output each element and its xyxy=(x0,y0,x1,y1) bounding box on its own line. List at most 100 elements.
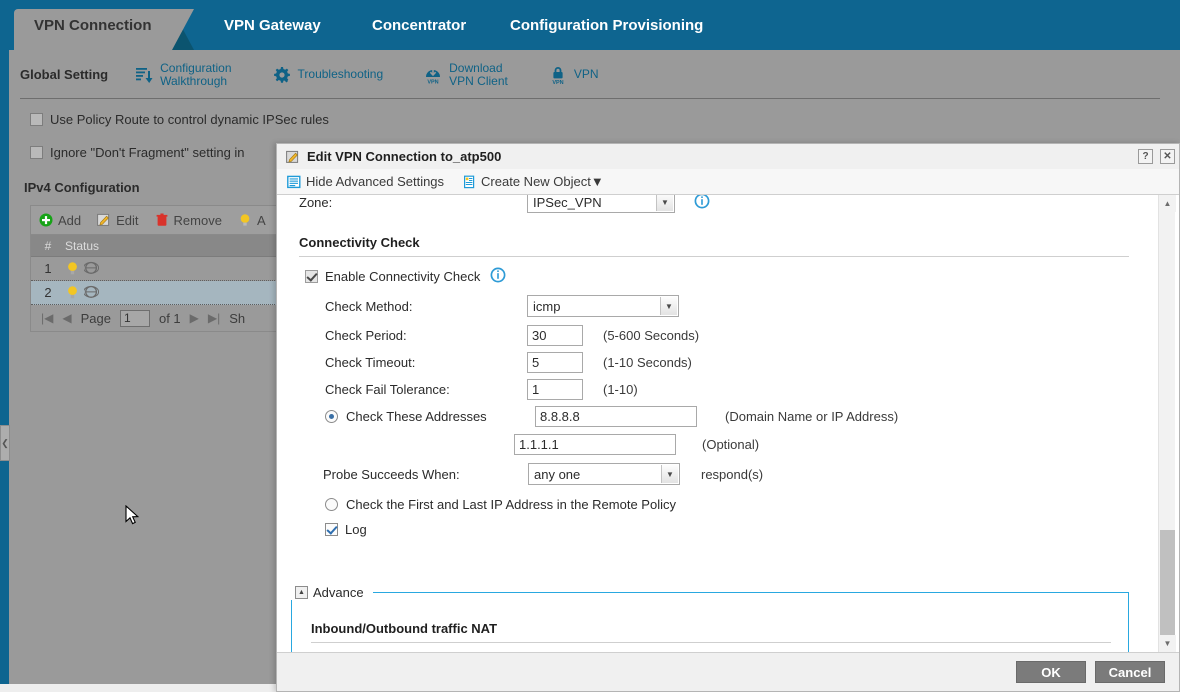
remove-label: Remove xyxy=(173,212,222,228)
vpn-button[interactable]: VPN VPN xyxy=(548,65,599,85)
nat-rule xyxy=(311,642,1111,643)
use-policy-route-checkbox-row[interactable]: Use Policy Route to control dynamic IPSe… xyxy=(30,112,329,127)
cancel-button[interactable]: Cancel xyxy=(1095,661,1165,683)
zone-row: Zone: IPSec_VPN ▼ xyxy=(299,195,710,213)
edit-pencil-icon xyxy=(286,150,299,163)
globe-icon xyxy=(84,285,99,298)
row-status-cell xyxy=(65,285,185,300)
pager-page-input[interactable] xyxy=(119,309,150,327)
bulb-icon xyxy=(68,262,77,275)
connectivity-check-rule xyxy=(299,256,1129,257)
activate-button[interactable]: A xyxy=(238,213,266,228)
pager-last-icon[interactable]: ▶| xyxy=(208,311,220,325)
troubleshooting-button[interactable]: Troubleshooting xyxy=(272,65,384,85)
log-row[interactable]: Log xyxy=(325,522,367,537)
hide-advanced-settings-label: Hide Advanced Settings xyxy=(306,174,445,189)
create-new-object-button[interactable]: Create New Object▼ xyxy=(462,174,604,189)
dialog-footer: OK Cancel xyxy=(277,653,1179,691)
download-vpn-client-button[interactable]: VPN Download VPN Client xyxy=(423,60,508,88)
check-method-label: Check Method: xyxy=(325,298,413,314)
bulb-icon xyxy=(68,286,77,299)
use-policy-route-checkbox[interactable] xyxy=(30,113,43,126)
advance-legend-label: Advance xyxy=(313,585,364,600)
edit-pencil-icon xyxy=(97,213,110,226)
check-fail-tolerance-row: Check Fail Tolerance: (1-10) xyxy=(325,379,638,400)
check-fail-tolerance-input[interactable] xyxy=(527,379,583,400)
pager-next-icon[interactable]: ▶ xyxy=(190,311,199,325)
remove-button[interactable]: Remove xyxy=(155,213,222,228)
tab-concentrator[interactable]: Concentrator xyxy=(358,9,480,50)
probe-succeeds-when-select[interactable]: any one ▼ xyxy=(528,463,680,485)
zone-select[interactable]: IPSec_VPN ▼ xyxy=(527,195,675,213)
enable-connectivity-check-row[interactable]: Enable Connectivity Check xyxy=(305,267,506,286)
check-period-input[interactable] xyxy=(527,325,583,346)
vpn-label: VPN xyxy=(573,67,599,81)
scroll-up-icon[interactable]: ▲ xyxy=(1159,195,1176,212)
sidebar-collapse-handle[interactable]: ❮ xyxy=(0,425,10,461)
svg-text:VPN: VPN xyxy=(552,79,563,84)
zone-label: Zone: xyxy=(299,195,333,210)
check-first-last-radio[interactable] xyxy=(325,498,338,511)
add-button[interactable]: Add xyxy=(39,213,81,228)
check-address-2-input[interactable] xyxy=(514,434,676,455)
bulb-icon xyxy=(240,214,250,226)
ok-button[interactable]: OK xyxy=(1016,661,1086,683)
check-method-select[interactable]: icmp ▼ xyxy=(527,295,679,317)
probe-succeeds-when-label: Probe Succeeds When: xyxy=(323,466,460,482)
tab-configuration-provisioning[interactable]: Configuration Provisioning xyxy=(496,9,717,50)
use-policy-route-label: Use Policy Route to control dynamic IPSe… xyxy=(50,112,329,127)
troubleshooting-label: Troubleshooting xyxy=(297,67,384,81)
check-these-addresses-row[interactable]: Check These Addresses (Domain Name or IP… xyxy=(325,406,898,427)
vpn-lock-icon: VPN xyxy=(548,65,568,85)
global-toolbar: Global Setting Configuration Walkthrough xyxy=(0,50,1180,99)
enable-connectivity-check-checkbox[interactable] xyxy=(305,270,318,283)
check-address-1-input[interactable] xyxy=(535,406,697,427)
main-tabbar: VPN Connection VPN Gateway Concentrator … xyxy=(0,0,1180,50)
zone-info-icon[interactable] xyxy=(694,195,710,212)
help-button[interactable]: ? xyxy=(1138,149,1153,164)
ignore-dont-fragment-checkbox[interactable] xyxy=(30,146,43,159)
scrollbar-thumb[interactable] xyxy=(1160,530,1175,638)
tab-vpn-gateway[interactable]: VPN Gateway xyxy=(210,9,335,50)
grid-header-num: # xyxy=(44,238,52,253)
check-timeout-input[interactable] xyxy=(527,352,583,373)
probe-succeeds-when-row: Probe Succeeds When: any one ▼ respond(s… xyxy=(323,463,763,485)
pager-of-label: of 1 xyxy=(158,310,181,326)
hide-advanced-settings-button[interactable]: Hide Advanced Settings xyxy=(287,174,444,189)
check-method-row: Check Method: icmp ▼ xyxy=(325,295,679,317)
dialog-titlebar: Edit VPN Connection to_atp500 ? ✕ xyxy=(277,144,1179,169)
check-first-last-row[interactable]: Check the First and Last IP Address in t… xyxy=(325,497,676,512)
ignore-dont-fragment-label: Ignore "Don't Fragment" setting in xyxy=(50,145,245,160)
log-label: Log xyxy=(345,522,367,537)
check-fail-tolerance-hint: (1-10) xyxy=(603,382,638,397)
create-new-object-icon xyxy=(464,175,475,188)
configuration-walkthrough-button[interactable]: Configuration Walkthrough xyxy=(134,61,232,88)
advance-legend[interactable]: ▲ Advance xyxy=(291,585,368,600)
enable-connectivity-check-info-icon[interactable] xyxy=(490,267,506,286)
edit-vpn-connection-dialog: Edit VPN Connection to_atp500 ? ✕ Hide A… xyxy=(276,143,1180,692)
scroll-down-icon[interactable]: ▼ xyxy=(1159,635,1176,652)
pager-prev-icon[interactable]: ◀ xyxy=(62,311,71,325)
ignore-dont-fragment-checkbox-row[interactable]: Ignore "Don't Fragment" setting in xyxy=(30,145,245,160)
check-these-addresses-radio[interactable] xyxy=(325,410,338,423)
edit-button[interactable]: Edit xyxy=(97,213,139,228)
advance-border-right xyxy=(373,592,1129,593)
tab-vpn-connection[interactable]: VPN Connection xyxy=(14,9,194,50)
vpn-configuration-screen: VPN Connection VPN Gateway Concentrator … xyxy=(0,0,1180,692)
log-checkbox[interactable] xyxy=(325,523,338,536)
download-vpn-client-label-line1: Download xyxy=(449,60,503,75)
pager-first-icon[interactable]: |◀ xyxy=(41,311,53,325)
check-these-addresses-label: Check These Addresses xyxy=(346,409,487,424)
global-setting-label: Global Setting xyxy=(20,67,109,82)
row-number: 1 xyxy=(44,261,52,276)
advance-collapse-icon[interactable]: ▲ xyxy=(295,586,308,599)
grid-header-status: Status xyxy=(65,238,100,253)
dialog-vertical-scrollbar[interactable]: ▲ ▼ xyxy=(1158,195,1176,652)
check-timeout-label: Check Timeout: xyxy=(325,355,416,370)
row-number: 2 xyxy=(44,285,52,300)
close-icon[interactable]: ✕ xyxy=(1160,149,1175,164)
probe-succeeds-when-value: any one xyxy=(534,466,581,482)
tab-notch xyxy=(171,9,194,50)
check-address-1-hint: (Domain Name or IP Address) xyxy=(725,409,899,424)
trash-icon xyxy=(156,213,167,226)
